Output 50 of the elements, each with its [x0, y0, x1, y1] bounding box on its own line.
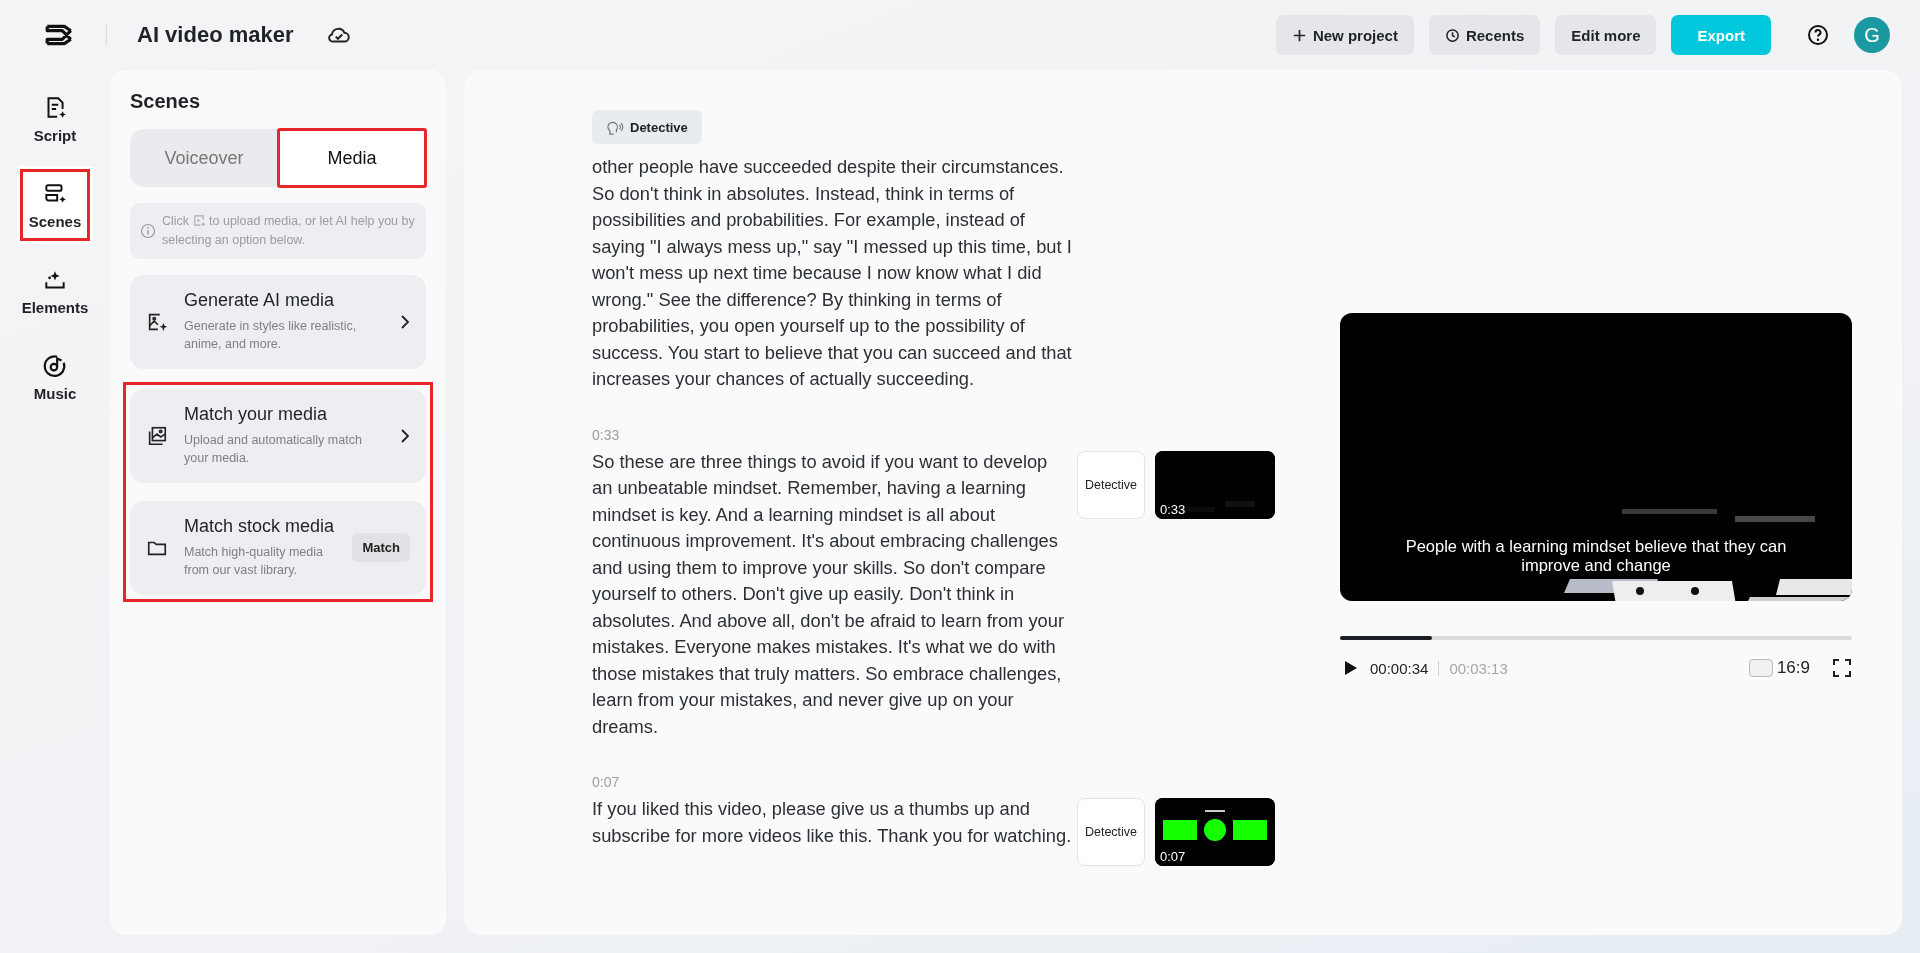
clock-icon — [1444, 27, 1460, 43]
panel-title: Scenes — [130, 90, 202, 113]
toolbar-button[interactable]: Recents — [1428, 15, 1541, 55]
timestamp: 0:33 — [592, 426, 621, 443]
total-time: 00:03:13 — [1449, 659, 1508, 677]
option-description: Generate in styles like realistic, anime, and more. — [184, 317, 358, 353]
rail-tab[interactable]: Elements — [17, 252, 93, 330]
video-caption: People with a learning mindset believe that they can improve and change — [1404, 537, 1788, 575]
option-title: Match your media — [184, 403, 329, 425]
current-time: 00:00:34 — [1370, 659, 1429, 677]
timestamp: 0:07 — [592, 774, 621, 790]
plus-icon — [1291, 27, 1307, 43]
app-title: AI video maker — [137, 22, 294, 48]
tab[interactable]: Media — [278, 129, 426, 187]
scene-thumbnail[interactable]: 0:33 — [1155, 450, 1275, 519]
info-text: Click to upload media, or let AI help you by selecting an option below. — [162, 213, 416, 249]
option-card[interactable]: Match stock media Match high-quality media from our vast library. Match — [130, 500, 426, 595]
voice-chip[interactable]: Detective — [592, 110, 702, 144]
option-description: Upload and automatically match your media. — [184, 431, 363, 467]
aspect-ratio-button[interactable]: 16:9 — [1748, 658, 1810, 678]
images-icon — [146, 424, 168, 447]
play-icon[interactable] — [1344, 660, 1358, 676]
info-icon — [140, 222, 156, 239]
script-paragraph[interactable]: If you liked this video, please give us a thumbs up and subscribe for more videos like this. Thank you for watching. — [592, 796, 1072, 849]
option-card[interactable]: Match your media Upload and automatically match your media. — [130, 388, 426, 483]
toolbar-button[interactable]: Edit more — [1555, 15, 1657, 55]
logo-icon — [44, 23, 74, 47]
script-paragraph[interactable]: other people have succeeded despite their circumstances. So don't think in absolutes. Instead, think in terms of possibilities and probabilities. For example, instead of saying "I always mess up," say "I messed up this time, but I won't mess up next time because I now know what I did wrong." See the difference? By thinking in terms of probabilities, you open yourself up to the possibility of success. You start to believe that you can succeed and that increases your chances of actually succeeding. — [592, 154, 1072, 393]
voice-button[interactable]: Detective — [1077, 798, 1145, 866]
chevron-icon — [400, 427, 410, 444]
script-paragraph[interactable]: So these are three things to avoid if you want to develop an unbeatable mindset. Remember, having a learning mindset is key. And a learning mindset is all about continuous improvement. It's about embracing challenges and using them to improve your skills. So don't compare yourself to others. Don't give up easily. Don't think in absolutes. And above all, don't be afraid to learn from your mistakes. Everyone makes mistakes. It's what we do with those mistakes that truly matters. So embrace challenges, learn from your mistakes, and never give up on your dreams. — [592, 448, 1072, 740]
music-icon — [42, 352, 68, 379]
rail-tab[interactable]: Music — [17, 338, 93, 416]
fullscreen-icon[interactable] — [1832, 658, 1852, 678]
help-icon[interactable] — [1806, 23, 1830, 47]
tab[interactable]: Voiceover — [130, 129, 278, 187]
voice-button[interactable]: Detective — [1077, 450, 1145, 519]
thumbnail-duration: 0:33 — [1160, 501, 1186, 517]
upload-media-icon — [192, 214, 206, 227]
rail-tab[interactable]: Scenes — [17, 166, 93, 244]
scene-thumbnail[interactable]: 0:07 — [1155, 798, 1275, 866]
match-button[interactable]: Match — [352, 533, 410, 562]
option-title: Match stock media — [184, 515, 336, 537]
option-title: Generate AI media — [184, 289, 336, 311]
option-card[interactable]: Generate AI media Generate in styles like realistic, anime, and more. — [130, 274, 426, 369]
rail-tab[interactable]: Script — [17, 80, 93, 158]
toolbar-button[interactable]: New project — [1275, 15, 1414, 55]
thumbnail-duration: 0:07 — [1160, 849, 1186, 864]
option-description: Match high-quality media from our vast library. — [184, 543, 324, 579]
chevron-icon — [400, 313, 410, 330]
